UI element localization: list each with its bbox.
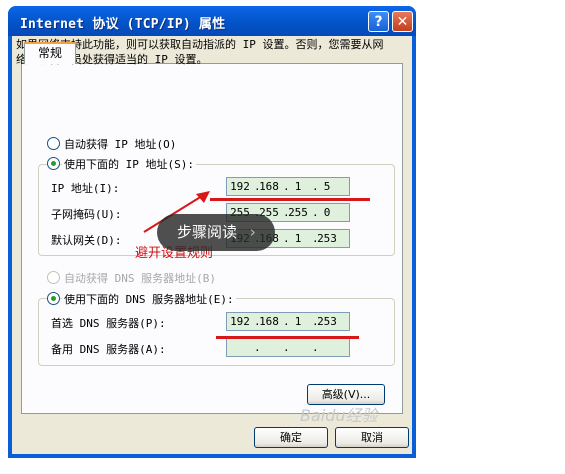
ip-dot: . bbox=[283, 341, 290, 354]
manual-ip-label: 使用下面的 IP 地址(S): bbox=[62, 156, 196, 172]
alternate-dns-label: 备用 DNS 服务器(A): bbox=[51, 343, 166, 356]
overlay-label: 步骤阅读 bbox=[177, 223, 238, 241]
title-bar[interactable]: Internet 协议 (TCP/IP) 属性 ? ✕ bbox=[8, 6, 416, 36]
auto-dns-label: 自动获得 DNS 服务器地址(B) bbox=[64, 272, 216, 285]
ip-address-label: IP 地址(I): bbox=[51, 182, 120, 195]
radio-manual-ip[interactable] bbox=[47, 157, 60, 170]
mask-octet-3: 255 bbox=[288, 206, 308, 219]
tab-general[interactable]: 常规 bbox=[24, 42, 76, 64]
annotation-underline-dns bbox=[216, 336, 359, 339]
mask-octet-4: 0 bbox=[323, 206, 331, 219]
dns1-octet-1: 192 bbox=[230, 315, 250, 328]
preferred-dns-label: 首选 DNS 服务器(P): bbox=[51, 317, 166, 330]
ip-octet-1: 192 bbox=[230, 180, 250, 193]
default-gateway-label: 默认网关(D): bbox=[51, 234, 122, 247]
ip-octet-4: 5 bbox=[323, 180, 331, 193]
gateway-octet-3: 1 bbox=[294, 232, 302, 245]
window-title: Internet 协议 (TCP/IP) 属性 bbox=[20, 17, 226, 32]
dns1-octet-2: 168 bbox=[259, 315, 279, 328]
dns1-octet-4: 253 bbox=[317, 315, 337, 328]
subnet-mask-label: 子网掩码(U): bbox=[51, 208, 122, 221]
radio-auto-dns bbox=[47, 271, 60, 284]
dns1-octet-3: 1 bbox=[294, 315, 302, 328]
radio-selected-dot bbox=[51, 296, 56, 301]
ip-dot: . bbox=[254, 341, 261, 354]
radio-selected-dot bbox=[51, 161, 56, 166]
alternate-dns-field[interactable]: . . . bbox=[226, 338, 350, 357]
radio-auto-ip[interactable] bbox=[47, 137, 60, 150]
radio-manual-dns[interactable] bbox=[47, 292, 60, 305]
manual-dns-label: 使用下面的 DNS 服务器地址(E): bbox=[62, 291, 236, 307]
gateway-octet-4: 253 bbox=[317, 232, 337, 245]
preferred-dns-field[interactable]: 192 . 168 . 1 . 253 bbox=[226, 312, 350, 331]
cancel-button[interactable]: 取消 bbox=[335, 427, 409, 448]
close-button[interactable]: ✕ bbox=[392, 11, 413, 32]
watermark: Baidu经验 bbox=[300, 406, 378, 425]
step-reading-overlay[interactable]: 步骤阅读 › bbox=[157, 214, 275, 251]
auto-ip-label: 自动获得 IP 地址(O) bbox=[64, 138, 177, 151]
ip-dot: . bbox=[312, 341, 319, 354]
help-button[interactable]: ? bbox=[368, 11, 389, 32]
ip-octet-2: 168 bbox=[259, 180, 279, 193]
ip-address-field[interactable]: 192 . 168 . 1 . 5 bbox=[226, 177, 350, 196]
annotation-underline-ip bbox=[210, 198, 370, 201]
ip-octet-3: 1 bbox=[294, 180, 302, 193]
chevron-right-icon: › bbox=[249, 223, 256, 241]
ok-button[interactable]: 确定 bbox=[254, 427, 328, 448]
